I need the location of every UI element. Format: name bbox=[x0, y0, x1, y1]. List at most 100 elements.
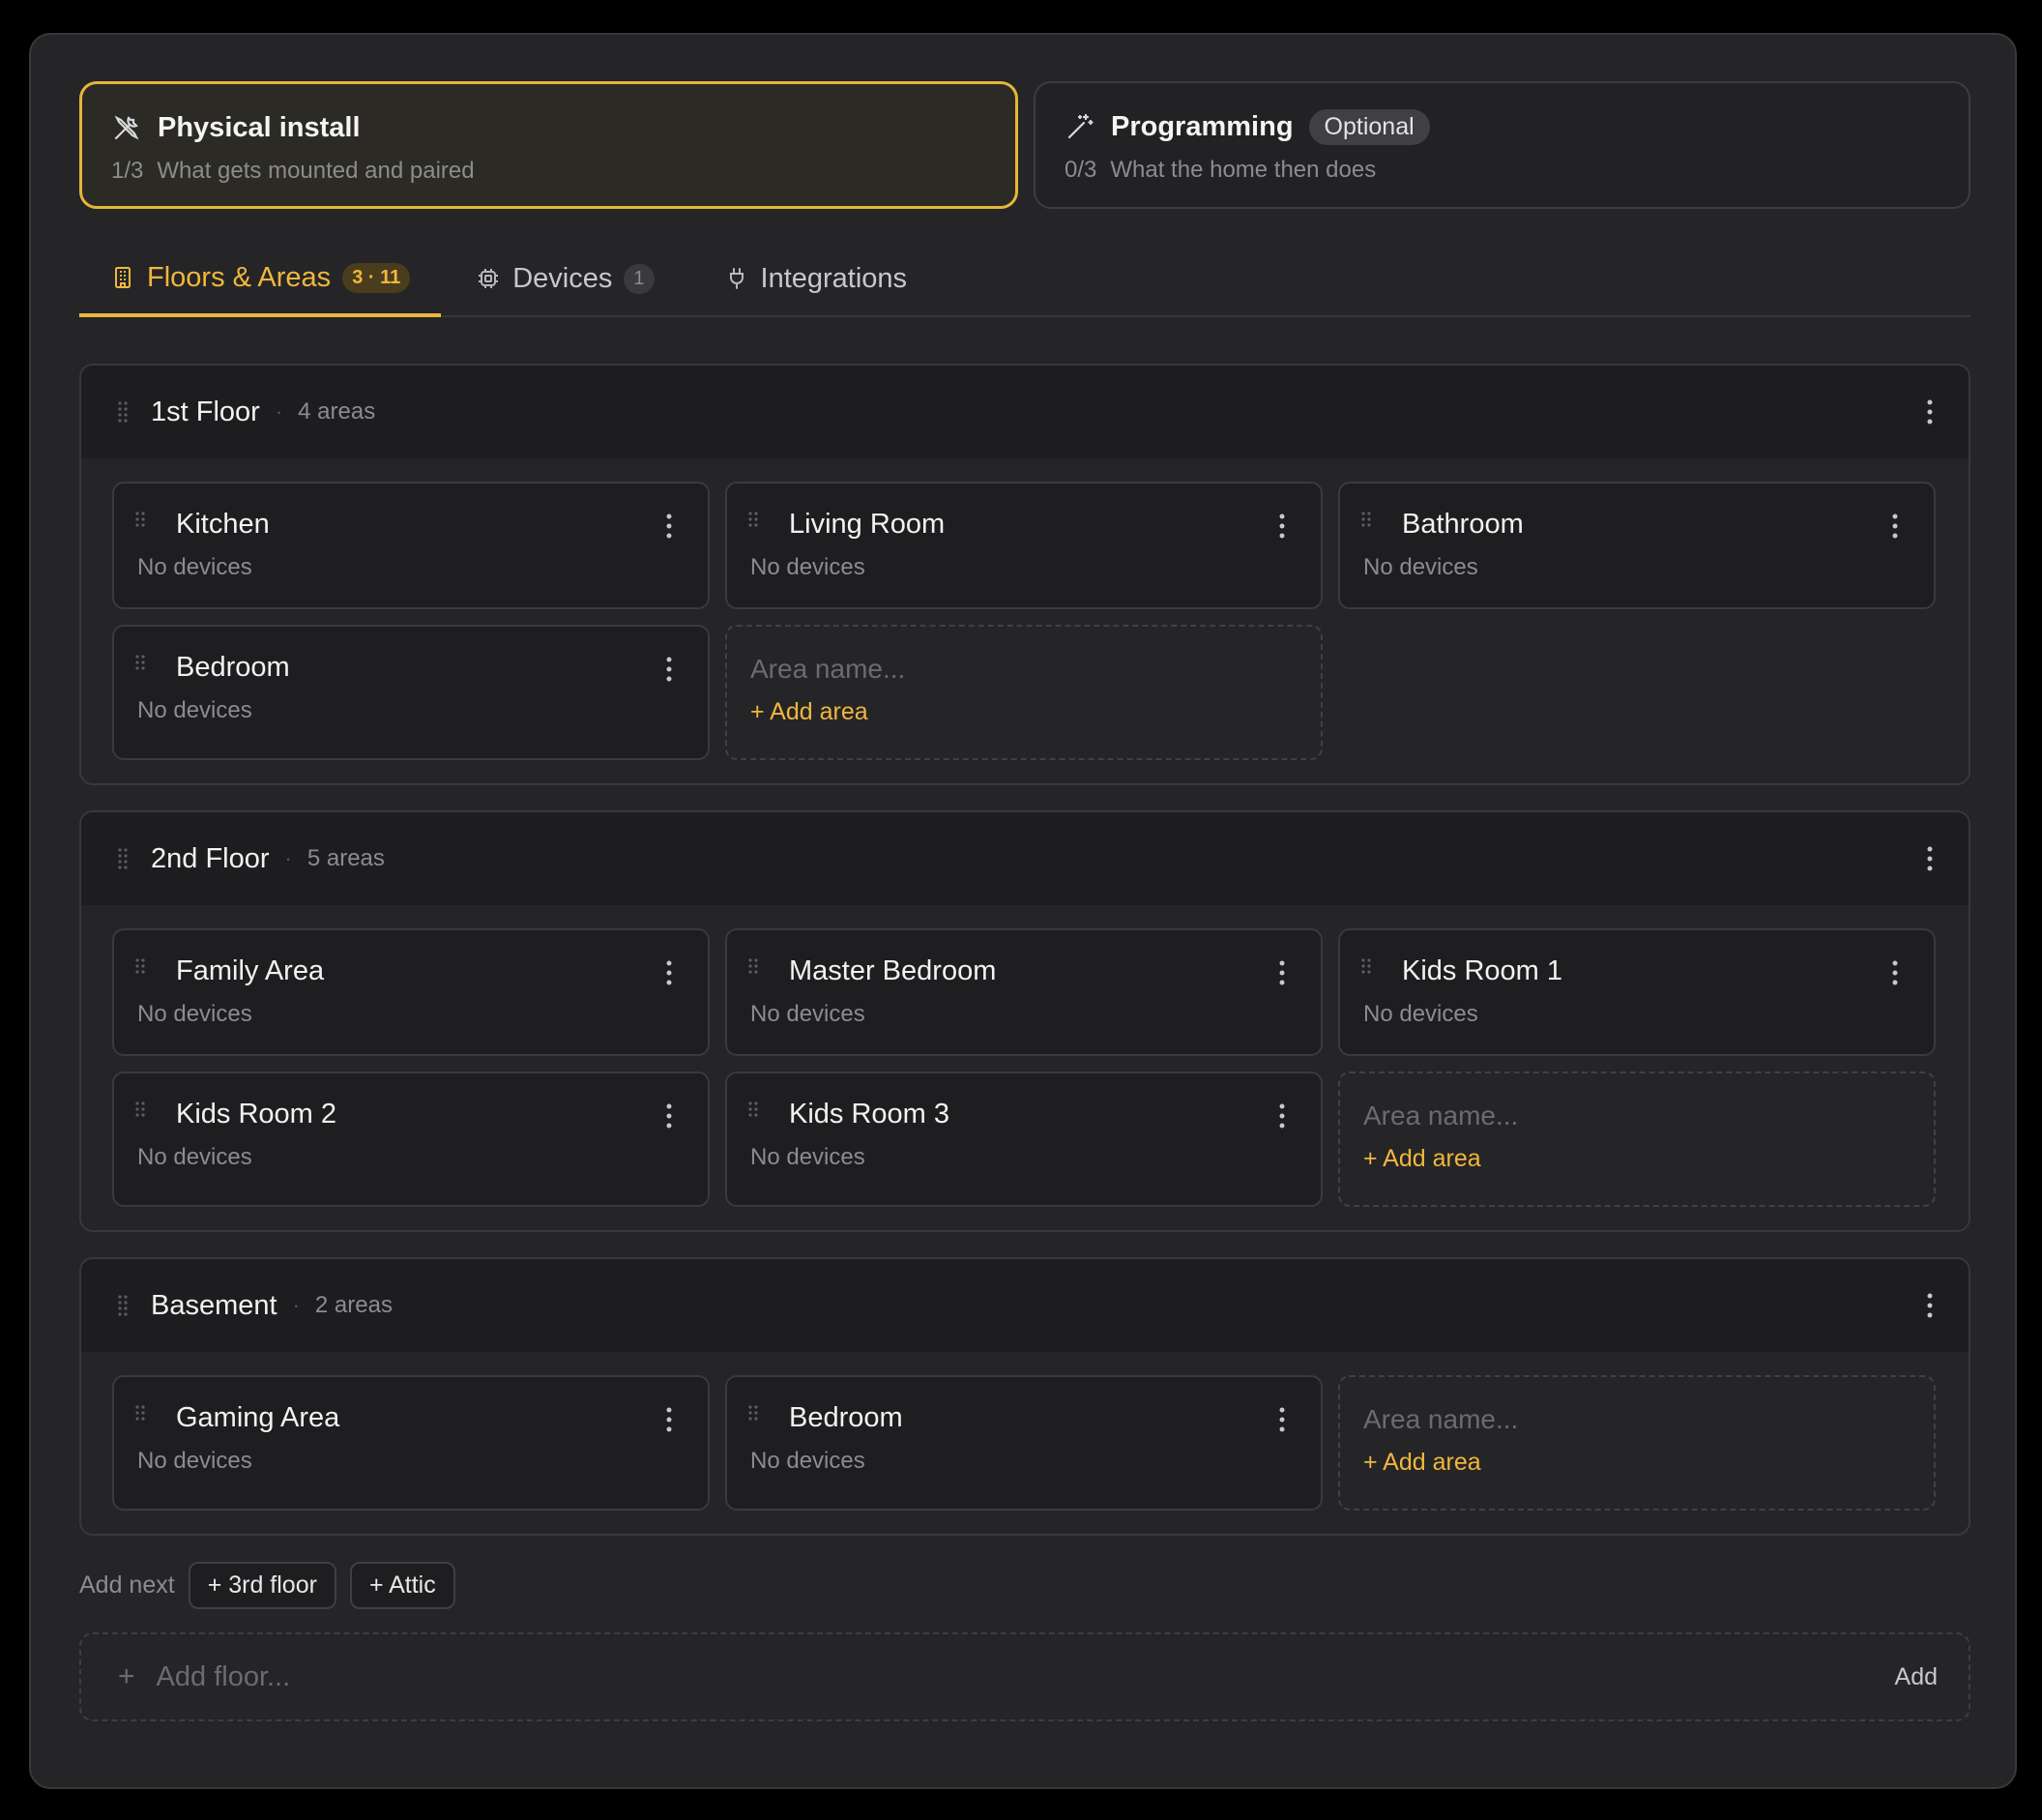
area-card[interactable]: Gaming Area No devices bbox=[112, 1375, 710, 1511]
area-status: No devices bbox=[137, 697, 252, 723]
drag-handle-icon[interactable] bbox=[746, 511, 760, 534]
area-status: No devices bbox=[750, 554, 865, 580]
area-grid: Family Area No devices Master Bedroom No… bbox=[81, 905, 1969, 1230]
tab-label: Devices bbox=[512, 262, 613, 294]
chip-icon bbox=[479, 269, 499, 288]
area-grid: Kitchen No devices Living Room No device… bbox=[81, 458, 1969, 783]
more-options-icon[interactable] bbox=[665, 1102, 673, 1130]
optional-badge: Optional bbox=[1308, 108, 1430, 145]
area-status: No devices bbox=[1363, 1001, 1478, 1027]
more-options-icon[interactable] bbox=[665, 1406, 673, 1433]
floor-card: Basement · 2 areas Gaming Area No device… bbox=[79, 1257, 1970, 1536]
more-options-icon[interactable] bbox=[1926, 1292, 1934, 1319]
plug-icon bbox=[729, 268, 744, 289]
add-area-button[interactable]: + Add area bbox=[1363, 1449, 1911, 1477]
drag-handle-icon[interactable] bbox=[133, 957, 147, 981]
area-name: Kids Room 1 bbox=[1402, 955, 1563, 986]
area-name: Kitchen bbox=[176, 509, 270, 540]
more-options-icon[interactable] bbox=[665, 513, 673, 540]
step-progress: 1/3 bbox=[111, 158, 144, 184]
area-name: Living Room bbox=[789, 509, 946, 540]
separator-dot: · bbox=[275, 399, 283, 424]
step-progress: 0/3 bbox=[1065, 157, 1097, 183]
drag-handle-icon[interactable] bbox=[133, 654, 147, 677]
floor-name-input[interactable] bbox=[156, 1660, 1895, 1693]
setup-panel: Physical install 1/3 What gets mounted a… bbox=[29, 33, 2017, 1789]
more-options-icon[interactable] bbox=[1891, 959, 1899, 986]
more-options-icon[interactable] bbox=[1926, 398, 1934, 426]
area-grid: Gaming Area No devices Bedroom No device… bbox=[81, 1352, 1969, 1534]
area-card[interactable]: Living Room No devices bbox=[725, 482, 1323, 609]
floor-area-count: 5 areas bbox=[306, 845, 385, 871]
add-attic-chip[interactable]: + Attic bbox=[349, 1561, 455, 1609]
floor-area-count: 2 areas bbox=[314, 1292, 393, 1318]
more-options-icon[interactable] bbox=[665, 959, 673, 986]
step-physical-install[interactable]: Physical install 1/3 What gets mounted a… bbox=[79, 81, 1018, 209]
add-area-button[interactable]: + Add area bbox=[750, 698, 1298, 726]
drag-handle-icon[interactable] bbox=[746, 957, 760, 981]
area-card[interactable]: Bedroom No devices bbox=[725, 1375, 1323, 1511]
add-floor-button[interactable]: Add bbox=[1895, 1663, 1938, 1691]
drag-handle-icon[interactable] bbox=[133, 511, 147, 534]
tools-icon bbox=[114, 115, 139, 140]
area-name-input[interactable] bbox=[1363, 1404, 1911, 1435]
drag-handle-icon[interactable] bbox=[116, 847, 130, 870]
area-card[interactable]: Kids Room 3 No devices bbox=[725, 1071, 1323, 1207]
magic-wand-icon bbox=[1067, 113, 1094, 139]
area-card[interactable]: Kids Room 2 No devices bbox=[112, 1071, 710, 1207]
drag-handle-icon[interactable] bbox=[133, 1404, 147, 1427]
area-name-input[interactable] bbox=[1363, 1101, 1911, 1131]
area-card[interactable]: Kids Room 1 No devices bbox=[1338, 928, 1936, 1056]
more-options-icon[interactable] bbox=[665, 656, 673, 683]
more-options-icon[interactable] bbox=[1278, 959, 1286, 986]
step-programming[interactable]: Programming Optional 0/3 What the home t… bbox=[1034, 81, 1970, 209]
area-status: No devices bbox=[750, 1144, 865, 1170]
floor-header: 1st Floor · 4 areas bbox=[81, 366, 1969, 458]
area-name: Master Bedroom bbox=[789, 955, 997, 986]
drag-handle-icon[interactable] bbox=[133, 1101, 147, 1124]
more-options-icon[interactable] bbox=[1278, 513, 1286, 540]
floor-list: 1st Floor · 4 areas Kitchen No devices L… bbox=[79, 364, 1970, 1536]
floor-name: 1st Floor bbox=[151, 396, 260, 427]
tab-floors-areas[interactable]: Floors & Areas 3 · 11 bbox=[79, 242, 442, 317]
more-options-icon[interactable] bbox=[1278, 1102, 1286, 1130]
more-options-icon[interactable] bbox=[1926, 845, 1934, 872]
floor-card: 2nd Floor · 5 areas Family Area No devic… bbox=[79, 810, 1970, 1232]
tab-label: Integrations bbox=[760, 262, 908, 294]
drag-handle-icon[interactable] bbox=[116, 1294, 130, 1317]
floor-header: 2nd Floor · 5 areas bbox=[81, 812, 1969, 905]
add-floor-row: + Add bbox=[79, 1632, 1970, 1721]
add-3rd-floor-chip[interactable]: + 3rd floor bbox=[188, 1561, 336, 1609]
area-card[interactable]: Bedroom No devices bbox=[112, 625, 710, 760]
more-options-icon[interactable] bbox=[1278, 1406, 1286, 1433]
more-options-icon[interactable] bbox=[1891, 513, 1899, 540]
tab-devices[interactable]: Devices 1 bbox=[441, 242, 685, 315]
drag-handle-icon[interactable] bbox=[746, 1404, 760, 1427]
area-card[interactable]: Kitchen No devices bbox=[112, 482, 710, 609]
add-area-card: + Add area bbox=[1338, 1375, 1936, 1511]
step-subtitle: What the home then does bbox=[1110, 157, 1377, 183]
building-icon bbox=[115, 267, 131, 288]
floor-header: Basement · 2 areas bbox=[81, 1259, 1969, 1352]
drag-handle-icon[interactable] bbox=[1359, 511, 1373, 534]
step-title: Physical install bbox=[158, 111, 361, 143]
tab-label: Floors & Areas bbox=[147, 261, 332, 293]
drag-handle-icon[interactable] bbox=[116, 400, 130, 424]
drag-handle-icon[interactable] bbox=[746, 1101, 760, 1124]
area-status: No devices bbox=[1363, 554, 1478, 580]
area-status: No devices bbox=[137, 1001, 252, 1027]
area-card[interactable]: Family Area No devices bbox=[112, 928, 710, 1056]
add-area-card: + Add area bbox=[725, 625, 1323, 760]
area-name-input[interactable] bbox=[750, 654, 1298, 685]
add-next-row: Add next + 3rd floor + Attic bbox=[79, 1561, 1970, 1609]
area-status: No devices bbox=[750, 1448, 865, 1474]
area-card[interactable]: Master Bedroom No devices bbox=[725, 928, 1323, 1056]
floor-card: 1st Floor · 4 areas Kitchen No devices L… bbox=[79, 364, 1970, 785]
floor-name: 2nd Floor bbox=[151, 842, 270, 874]
tab-integrations[interactable]: Integrations bbox=[686, 242, 939, 315]
area-status: No devices bbox=[137, 1448, 252, 1474]
add-area-card: + Add area bbox=[1338, 1071, 1936, 1207]
add-area-button[interactable]: + Add area bbox=[1363, 1145, 1911, 1173]
drag-handle-icon[interactable] bbox=[1359, 957, 1373, 981]
area-card[interactable]: Bathroom No devices bbox=[1338, 482, 1936, 609]
